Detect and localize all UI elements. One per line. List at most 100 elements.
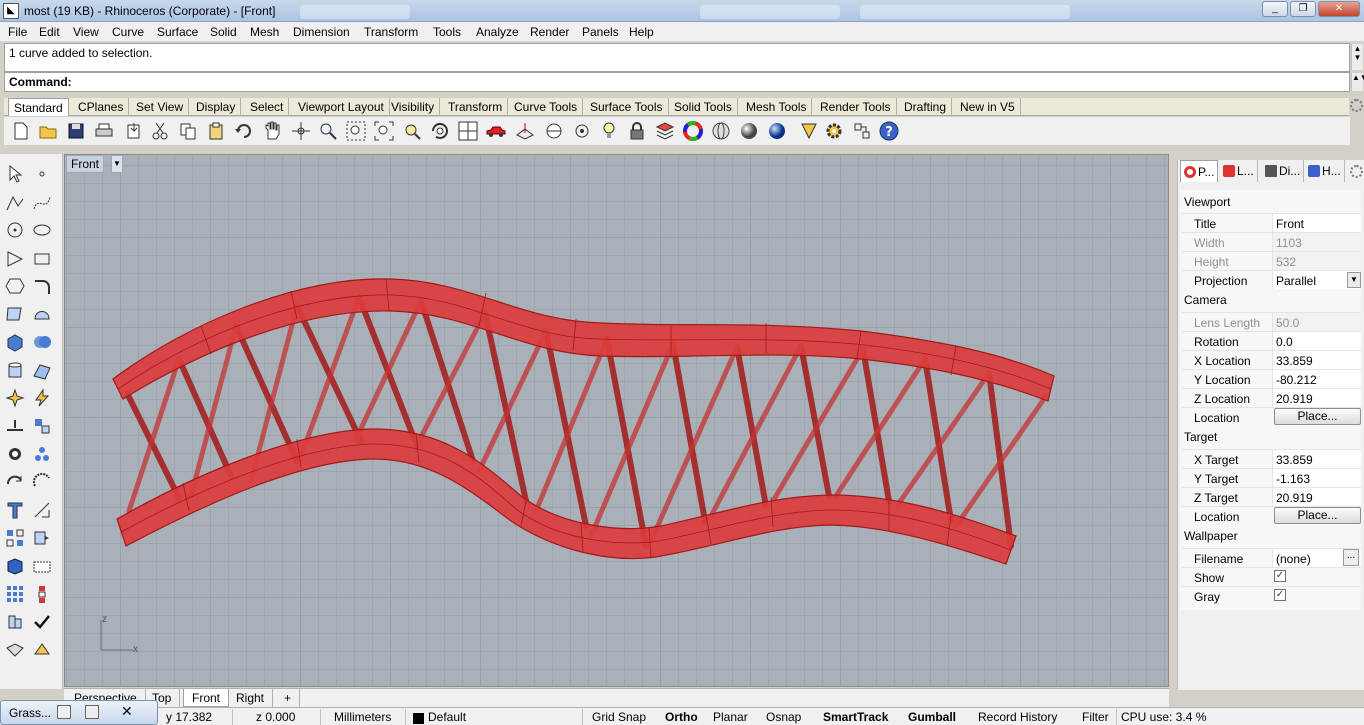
shaded-sphere-icon[interactable] (739, 121, 759, 141)
array-linear-icon[interactable] (32, 584, 52, 604)
polyline-icon[interactable] (5, 193, 25, 213)
front-viewport[interactable]: Front ▼ z x (64, 154, 1169, 687)
browse-wallpaper-button[interactable]: ... (1343, 549, 1359, 566)
tab-cplanes[interactable]: CPlanes (73, 98, 130, 116)
surface-grid-icon[interactable] (5, 304, 25, 324)
gray-checkbox[interactable]: ✓ (1274, 589, 1286, 601)
menu-panels[interactable]: Panels (582, 25, 619, 39)
tab-transform[interactable]: Transform (443, 98, 509, 116)
tab-display[interactable]: Di... (1262, 160, 1305, 182)
prop-title-value[interactable]: Front (1272, 214, 1361, 232)
layer-icon[interactable] (655, 121, 675, 141)
menu-dimension[interactable]: Dimension (293, 25, 350, 39)
material-icon[interactable] (32, 640, 52, 660)
tab-standard[interactable]: Standard (8, 98, 69, 116)
orient-icon[interactable] (32, 528, 52, 548)
group-icon[interactable] (5, 444, 25, 464)
command-line[interactable]: Command: (4, 72, 1350, 92)
analyze-icon[interactable] (5, 612, 25, 632)
maximize-button[interactable]: ❐ (1290, 1, 1316, 17)
cube-icon[interactable] (5, 556, 25, 576)
pan-icon[interactable] (262, 121, 282, 141)
tab-display[interactable]: Display (191, 98, 242, 116)
tab-properties[interactable]: P... (1180, 160, 1219, 182)
prop-rotation-value[interactable]: 0.0 (1272, 332, 1361, 350)
open-icon[interactable] (38, 121, 58, 141)
prop-x-location-value[interactable]: 33.859 (1272, 351, 1361, 369)
menu-mesh[interactable]: Mesh (250, 25, 279, 39)
loft-icon[interactable] (32, 304, 52, 324)
tab-solid-tools[interactable]: Solid Tools (669, 98, 738, 116)
menu-solid[interactable]: Solid (210, 25, 237, 39)
prop-y-target-value[interactable]: -1.163 (1272, 469, 1361, 487)
menu-help[interactable]: Help (629, 25, 654, 39)
render-sphere-icon[interactable] (767, 121, 787, 141)
prop-z-target-value[interactable]: 20.919 (1272, 488, 1361, 506)
box-icon[interactable] (5, 332, 25, 352)
prop-z-location-value[interactable]: 20.919 (1272, 389, 1361, 407)
point-icon[interactable] (32, 164, 52, 184)
zoom-icon[interactable] (318, 121, 338, 141)
wireframe-sphere-icon[interactable] (711, 121, 731, 141)
cylinder-icon[interactable] (5, 361, 25, 381)
projection-dropdown-icon[interactable]: ▼ (1347, 272, 1361, 288)
maximize-icon[interactable] (85, 705, 99, 719)
move-view-icon[interactable] (291, 121, 311, 141)
fillet-icon[interactable] (32, 276, 52, 296)
menu-surface[interactable]: Surface (157, 25, 198, 39)
rotate-icon[interactable] (5, 472, 25, 492)
zoom-window-icon[interactable] (346, 121, 366, 141)
tab-mesh-tools[interactable]: Mesh Tools (741, 98, 813, 116)
smarttrack-toggle[interactable]: SmartTrack (823, 710, 888, 724)
save-icon[interactable] (66, 121, 86, 141)
color-wheel-icon[interactable] (683, 121, 703, 141)
tab-right[interactable]: Right (228, 689, 274, 707)
record-history-toggle[interactable]: Record History (978, 710, 1057, 724)
car-icon[interactable] (486, 121, 506, 141)
rectangle-icon[interactable] (32, 249, 52, 269)
history-scrollbar[interactable]: ▲ ▼ (1351, 44, 1363, 70)
zoom-extents-icon[interactable] (374, 121, 394, 141)
block-icon[interactable] (32, 556, 52, 576)
menu-analyze[interactable]: Analyze (476, 25, 519, 39)
paste-icon[interactable] (206, 121, 226, 141)
trim-icon[interactable] (5, 416, 25, 436)
tab-layers[interactable]: L... (1220, 160, 1258, 182)
grid-snap-toggle[interactable]: Grid Snap (592, 710, 646, 724)
print-icon[interactable] (94, 121, 114, 141)
cut-icon[interactable] (150, 121, 170, 141)
hexagon-icon[interactable] (5, 276, 25, 296)
tab-curve-tools[interactable]: Curve Tools (509, 98, 584, 116)
rhino-app-icon[interactable]: ◣ (3, 3, 19, 19)
status-layer[interactable]: Default (428, 710, 466, 724)
panel-options-gear-icon[interactable] (1350, 165, 1363, 178)
rotate-view-icon[interactable] (430, 121, 450, 141)
prop-x-target-value[interactable]: 33.859 (1272, 450, 1361, 468)
tab-new-in-v5[interactable]: New in V5 (955, 98, 1021, 116)
properties-icon[interactable] (852, 121, 872, 141)
zoom-selected-icon[interactable] (402, 121, 422, 141)
array-icon[interactable] (5, 584, 25, 604)
select-arrow-icon[interactable] (5, 164, 25, 184)
polygon-icon[interactable] (5, 249, 25, 269)
four-viewports-icon[interactable] (458, 121, 478, 141)
copy-icon[interactable] (178, 121, 198, 141)
menu-view[interactable]: View (73, 25, 99, 39)
light-icon[interactable] (599, 121, 619, 141)
import-icon[interactable] (124, 121, 144, 141)
menu-tools[interactable]: Tools (433, 25, 461, 39)
osnap-icon[interactable] (799, 121, 819, 141)
add-viewport-tab-button[interactable]: + (276, 689, 301, 707)
check-icon[interactable] (32, 612, 52, 632)
planar-toggle[interactable]: Planar (713, 710, 748, 724)
osnap-target-icon[interactable] (572, 121, 592, 141)
tab-front[interactable]: Front (183, 689, 230, 707)
tab-drafting[interactable]: Drafting (899, 98, 953, 116)
tab-help[interactable]: H... (1305, 160, 1345, 182)
dimension-icon[interactable] (32, 500, 52, 520)
restore-icon[interactable] (57, 705, 71, 719)
tab-surface-tools[interactable]: Surface Tools (585, 98, 669, 116)
split-icon[interactable] (32, 416, 52, 436)
explode-icon[interactable] (5, 388, 25, 408)
text-icon[interactable] (5, 500, 25, 520)
